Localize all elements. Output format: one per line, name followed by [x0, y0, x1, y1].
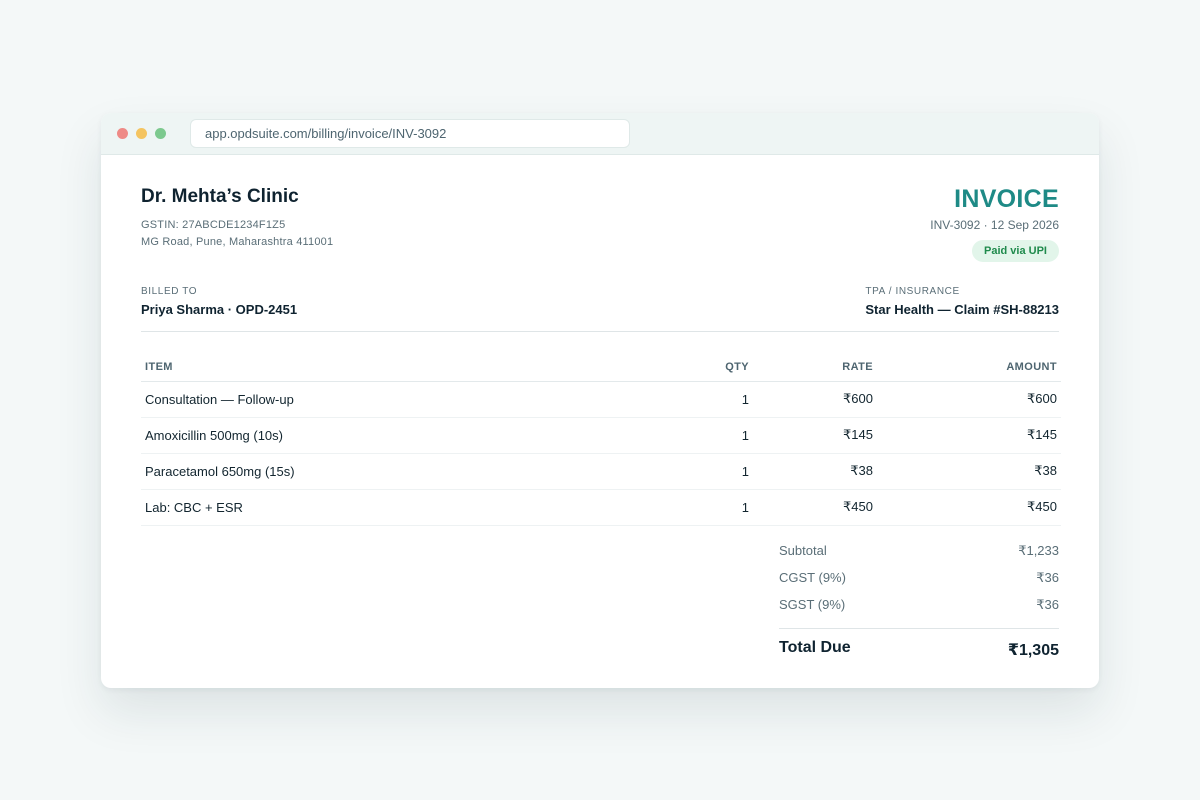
row-qty: 1	[621, 381, 753, 418]
subtotal-label: Subtotal	[779, 543, 827, 558]
row-amount: ₹38	[877, 453, 1061, 490]
browser-window: app.opdsuite.com/billing/invoice/INV-309…	[101, 113, 1099, 688]
table-row: Consultation — Follow-up 1 ₹600 ₹600	[141, 381, 1061, 418]
billed-to-label: BILLED TO	[141, 286, 198, 297]
row-rate: ₹600	[753, 381, 877, 418]
row-item: Paracetamol 650mg (15s)	[141, 453, 621, 490]
totals-divider	[779, 628, 1059, 629]
sgst-label: SGST (9%)	[779, 597, 846, 612]
invoice-header: INVOICE INV-3092 · 12 Sep 2026 Paid via …	[930, 185, 1059, 262]
total-due-row: Total Due ₹1,305	[779, 639, 1059, 673]
clinic-header: Dr. Mehta’s Clinic GSTIN: 27ABCDE1234F1Z…	[141, 186, 1059, 251]
row-qty: 1	[621, 489, 753, 526]
sgst-value: ₹36	[1036, 597, 1059, 612]
maximize-window-icon[interactable]	[155, 128, 166, 139]
table-row: Amoxicillin 500mg (10s) 1 ₹145 ₹145	[141, 417, 1061, 454]
minimize-window-icon[interactable]	[136, 128, 147, 139]
cgst-label: CGST (9%)	[779, 570, 846, 585]
row-amount: ₹145	[877, 417, 1061, 454]
table-header-row: ITEM QTY RATE AMOUNT	[141, 353, 1061, 382]
table-row: Lab: CBC + ESR 1 ₹450 ₹450	[141, 489, 1061, 526]
line-items-table: ITEM QTY RATE AMOUNT Consultation — Foll…	[141, 353, 1061, 526]
billed-to-value: Priya Sharma · OPD-2451	[141, 302, 298, 317]
browser-titlebar: app.opdsuite.com/billing/invoice/INV-309…	[101, 113, 1099, 155]
row-amount: ₹450	[877, 489, 1061, 526]
payment-status-badge: Paid via UPI	[972, 240, 1059, 262]
row-item: Lab: CBC + ESR	[141, 489, 621, 526]
insurance-section: TPA / INSURANCE Star Health — Claim #SH-…	[865, 286, 1059, 317]
invoice-number-date: INV-3092 · 12 Sep 2026	[930, 218, 1059, 232]
header-item: ITEM	[141, 353, 621, 382]
row-item: Consultation — Follow-up	[141, 381, 621, 418]
clinic-address: MG Road, Pune, Maharashtra 411001	[141, 236, 334, 248]
row-qty: 1	[621, 417, 753, 454]
total-due-value: ₹1,305	[1007, 642, 1059, 659]
header-rate: RATE	[753, 353, 877, 382]
invoice-title: INVOICE	[954, 185, 1059, 213]
close-window-icon[interactable]	[117, 128, 128, 139]
subtotal-value: ₹1,233	[1018, 543, 1059, 558]
row-rate: ₹450	[753, 489, 877, 526]
row-item: Amoxicillin 500mg (10s)	[141, 417, 621, 454]
clinic-gstin: GSTIN: 27ABCDE1234F1Z5	[141, 219, 286, 231]
insurance-label: TPA / INSURANCE	[865, 286, 960, 297]
clinic-name: Dr. Mehta’s Clinic	[141, 186, 299, 207]
subtotal-row: Subtotal ₹1,233	[779, 543, 1059, 570]
header-qty: QTY	[621, 353, 753, 382]
billing-info: BILLED TO Priya Sharma · OPD-2451 TPA / …	[141, 286, 1059, 332]
row-qty: 1	[621, 453, 753, 490]
cgst-value: ₹36	[1036, 570, 1059, 585]
total-due-label: Total Due	[779, 639, 851, 656]
address-bar[interactable]: app.opdsuite.com/billing/invoice/INV-309…	[190, 119, 630, 148]
row-rate: ₹38	[753, 453, 877, 490]
row-amount: ₹600	[877, 381, 1061, 418]
header-amount: AMOUNT	[877, 353, 1061, 382]
insurance-value: Star Health — Claim #SH-88213	[865, 302, 1059, 317]
totals-summary: Subtotal ₹1,233 CGST (9%) ₹36 SGST (9%) …	[779, 543, 1059, 673]
invoice-page: Dr. Mehta’s Clinic GSTIN: 27ABCDE1234F1Z…	[101, 155, 1099, 659]
billed-to-section: BILLED TO Priya Sharma · OPD-2451	[141, 286, 297, 317]
row-rate: ₹145	[753, 417, 877, 454]
table-row: Paracetamol 650mg (15s) 1 ₹38 ₹38	[141, 453, 1061, 490]
sgst-row: SGST (9%) ₹36	[779, 597, 1059, 624]
cgst-row: CGST (9%) ₹36	[779, 570, 1059, 597]
